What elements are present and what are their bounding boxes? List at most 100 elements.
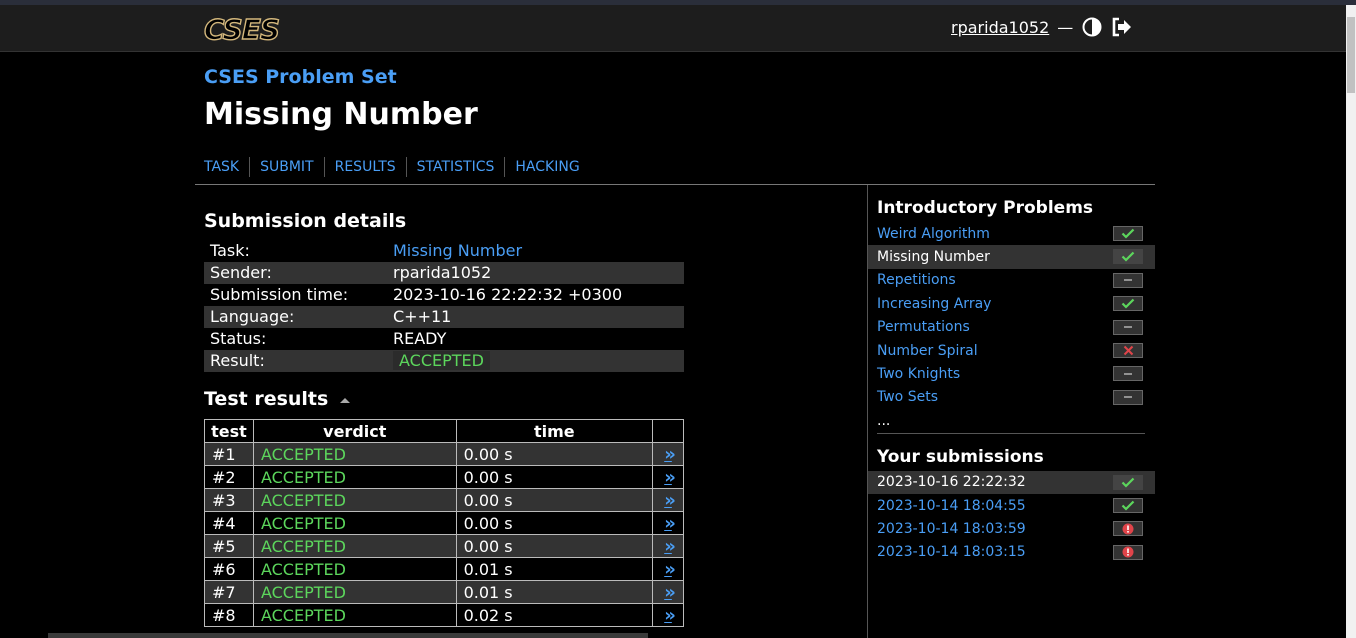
problem-item[interactable]: Two Knights	[868, 362, 1155, 385]
tab-statistics[interactable]: STATISTICS	[405, 157, 505, 177]
test-verdict: ACCEPTED	[252, 442, 457, 466]
problem-item-label[interactable]: Increasing Array	[877, 296, 991, 312]
check-icon	[1113, 296, 1143, 312]
view-test-link[interactable]: »	[664, 605, 675, 626]
problem-item[interactable]: Number Spiral	[868, 339, 1155, 362]
problem-item[interactable]: Repetitions	[868, 269, 1155, 292]
problem-item[interactable]: Increasing Array	[868, 292, 1155, 315]
problem-item-label[interactable]: Two Sets	[877, 389, 938, 405]
site-header: CSES rparida1052 —	[0, 5, 1346, 52]
submission-item[interactable]: 2023-10-14 18:03:15	[868, 541, 1155, 564]
detail-label: Task:	[210, 241, 250, 260]
more-problems: ...	[868, 409, 1155, 432]
view-test-link[interactable]: »	[664, 582, 675, 603]
problem-item-label[interactable]: Repetitions	[877, 272, 956, 288]
problem-item[interactable]: Two Sets	[868, 386, 1155, 409]
test-id: #7	[204, 580, 254, 604]
test-row: #1 ACCEPTED 0.00 s »	[204, 442, 684, 466]
problems-heading: Introductory Problems	[877, 198, 1094, 218]
view-test-link[interactable]: »	[664, 444, 675, 465]
check-icon	[1113, 226, 1143, 241]
test-verdict: ACCEPTED	[252, 511, 457, 535]
dash-icon	[1113, 272, 1143, 288]
user-area: rparida1052 —	[951, 15, 1133, 39]
test-time: 0.00 s	[455, 488, 654, 512]
test-verdict: ACCEPTED	[252, 580, 457, 604]
test-time: 0.02 s	[455, 603, 654, 627]
page-title: Missing Number	[204, 97, 478, 132]
view-test-link[interactable]: »	[664, 467, 675, 488]
breadcrumb[interactable]: CSES Problem Set	[204, 66, 397, 88]
scrollbar-thumb[interactable]	[1347, 17, 1355, 93]
submission-item-label[interactable]: 2023-10-14 18:03:15	[877, 544, 1026, 560]
error-icon	[1113, 521, 1143, 537]
more-ellipsis: ...	[877, 412, 891, 429]
submission-item[interactable]: 2023-10-14 18:03:59	[868, 517, 1155, 540]
tab-submit[interactable]: SUBMIT	[249, 157, 324, 177]
username-link[interactable]: rparida1052	[951, 18, 1049, 37]
problem-item[interactable]: Weird Algorithm	[868, 222, 1155, 245]
detail-row-task: Task: Missing Number	[204, 240, 684, 262]
horizontal-scrollbar[interactable]	[48, 633, 648, 638]
dash-icon	[1113, 319, 1143, 335]
detail-label: Result:	[204, 350, 387, 372]
detail-value: 2023-10-16 22:22:32 +0300	[393, 285, 623, 304]
submission-list: 2023-10-16 22:22:32 2023-10-14 18:04:55 20…	[868, 470, 1155, 565]
test-id: #3	[204, 488, 254, 512]
collapse-triangle-icon[interactable]	[339, 395, 351, 405]
test-results-heading[interactable]: Test results	[204, 388, 351, 410]
detail-row-language: Language: C++11	[204, 306, 684, 328]
test-id: #2	[204, 465, 254, 489]
detail-label: Status:	[210, 329, 267, 348]
cses-logo[interactable]: CSES	[203, 12, 280, 46]
detail-label: Sender:	[204, 262, 387, 284]
detail-value: READY	[393, 329, 447, 348]
detail-value: Missing Number	[387, 240, 684, 262]
problem-item-label[interactable]: Weird Algorithm	[877, 226, 990, 242]
detail-label: Submission time:	[210, 285, 349, 304]
submission-item-label[interactable]: 2023-10-14 18:03:59	[877, 521, 1026, 537]
detail-row-sender: Sender: rparida1052	[204, 262, 684, 284]
view-test-link[interactable]: »	[664, 490, 675, 511]
test-time: 0.00 s	[455, 534, 654, 558]
page-scrollbar[interactable]	[1346, 5, 1356, 638]
col-verdict: verdict	[252, 419, 457, 443]
check-icon	[1113, 497, 1143, 513]
tab-hacking[interactable]: HACKING	[504, 157, 589, 177]
detail-value: C++11	[387, 306, 684, 328]
sidebar-separator	[877, 432, 1145, 434]
dash-icon	[1113, 366, 1143, 382]
detail-label: Language:	[204, 306, 387, 328]
view-test-link[interactable]: »	[664, 536, 675, 557]
problem-item-label[interactable]: Two Knights	[877, 366, 960, 382]
submission-item[interactable]: 2023-10-14 18:04:55	[868, 494, 1155, 517]
submission-item-label[interactable]: 2023-10-14 18:04:55	[877, 498, 1026, 514]
detail-row-status: Status: READY	[204, 328, 684, 350]
test-row: #5 ACCEPTED 0.00 s »	[204, 534, 684, 558]
problem-item-label[interactable]: Number Spiral	[877, 343, 978, 359]
tab-results[interactable]: RESULTS	[323, 157, 406, 177]
detail-row-time: Submission time: 2023-10-16 22:22:32 +030…	[204, 284, 684, 306]
problem-item-label[interactable]: Permutations	[877, 319, 970, 335]
test-row: #6 ACCEPTED 0.01 s »	[204, 557, 684, 581]
test-row: #2 ACCEPTED 0.00 s »	[204, 465, 684, 489]
contrast-icon[interactable]	[1081, 16, 1103, 38]
task-link[interactable]: Missing Number	[393, 241, 522, 260]
submission-details-table: Task: Missing Number Sender: rparida1052 S…	[204, 240, 684, 372]
problem-item-label[interactable]: Missing Number	[877, 249, 990, 265]
logout-icon[interactable]	[1111, 16, 1133, 38]
submissions-heading: Your submissions	[877, 446, 1044, 467]
view-test-link[interactable]: »	[664, 559, 675, 580]
test-id: #6	[204, 557, 254, 581]
test-verdict: ACCEPTED	[252, 557, 457, 581]
view-test-link[interactable]: »	[664, 513, 675, 534]
test-row: #8 ACCEPTED 0.02 s »	[204, 603, 684, 627]
detail-value: rparida1052	[387, 262, 684, 284]
problem-item[interactable]: Missing Number	[868, 245, 1155, 269]
tab-task[interactable]: TASK	[204, 157, 249, 177]
detail-row-result: Result: ACCEPTED	[204, 350, 684, 372]
problem-item[interactable]: Permutations	[868, 316, 1155, 339]
submission-item-label[interactable]: 2023-10-16 22:22:32	[877, 474, 1026, 490]
test-header-row: test verdict time	[204, 419, 684, 443]
submission-item[interactable]: 2023-10-16 22:22:32	[868, 470, 1155, 494]
